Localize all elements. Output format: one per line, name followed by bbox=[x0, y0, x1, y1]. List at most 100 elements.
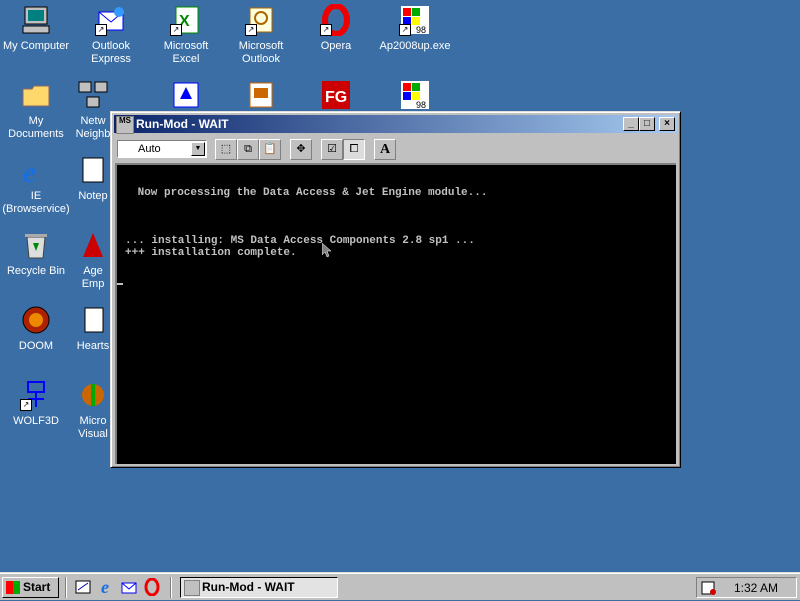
desktop-icon-wolf3d[interactable]: ↗ WOLF3D bbox=[0, 379, 72, 428]
desktop-icon-hidden-1[interactable] bbox=[150, 79, 222, 115]
desktop-icon-label: Ap2008up.exe bbox=[379, 40, 451, 52]
window-toolbar: Auto ▼ ⬚ ⧉ 📋 ✥ ☑ ⧠ A bbox=[114, 136, 677, 162]
network-icon bbox=[77, 79, 109, 111]
desktop-icon-hidden-2[interactable] bbox=[225, 79, 297, 115]
taskbar-separator bbox=[170, 577, 172, 598]
recycle-bin-icon bbox=[20, 229, 52, 261]
taskbar-separator bbox=[65, 577, 67, 598]
hearts-icon bbox=[77, 304, 109, 336]
desktop-icon-opera[interactable]: ↗ Opera bbox=[300, 3, 372, 53]
desktop-icon-label: Opera bbox=[320, 40, 352, 52]
desktop-icon-label: IE (Browservice) bbox=[2, 190, 70, 215]
computer-icon bbox=[20, 4, 52, 36]
minimize-button[interactable]: _ bbox=[623, 117, 639, 131]
desktop-icon-hidden-3[interactable]: FG bbox=[300, 79, 372, 115]
outlook-icon: ↗ bbox=[245, 4, 277, 36]
font-size-select[interactable]: Auto ▼ bbox=[117, 140, 207, 158]
show-desktop-icon[interactable] bbox=[74, 578, 92, 596]
age-of-empires-icon bbox=[77, 229, 109, 261]
chevron-down-icon[interactable]: ▼ bbox=[191, 142, 205, 156]
wolf3d-icon: ↗ bbox=[20, 379, 52, 411]
desktop-icon-label: My Documents bbox=[8, 115, 64, 140]
console-line: +++ installation complete. bbox=[125, 247, 297, 259]
internet-explorer-icon[interactable]: e bbox=[96, 578, 114, 596]
desktop-icon-network[interactable]: Netw Neighb bbox=[75, 79, 111, 141]
desktop-icon-label: Outlook Express bbox=[91, 40, 131, 65]
scheduler-icon[interactable] bbox=[701, 580, 717, 596]
desktop-icon-notepad[interactable]: Notep bbox=[75, 154, 111, 203]
desktop-icon-label: My Computer bbox=[2, 40, 70, 52]
opera-icon[interactable] bbox=[143, 577, 161, 597]
mark-icon: ⬚ bbox=[220, 143, 232, 155]
font-button[interactable]: A bbox=[374, 139, 396, 160]
folder-icon bbox=[20, 79, 52, 111]
windows-logo-icon bbox=[6, 581, 20, 594]
desktop-icon-label: Micro Visual bbox=[78, 415, 108, 440]
desktop-icon-label: Age Emp bbox=[81, 265, 105, 290]
taskbar-button-label: Run-Mod - WAIT bbox=[202, 580, 295, 594]
maximize-button[interactable]: □ bbox=[639, 117, 655, 131]
powerpoint-icon bbox=[245, 79, 277, 111]
svg-text:98: 98 bbox=[416, 25, 426, 35]
doom-icon bbox=[20, 304, 52, 336]
text-cursor bbox=[117, 283, 123, 285]
internet-explorer-icon: e bbox=[20, 154, 52, 189]
desktop-icon-label: Notep bbox=[78, 190, 108, 202]
desktop-icon-excel[interactable]: X ↗ Microsoft Excel bbox=[150, 4, 222, 66]
notepad-icon bbox=[77, 154, 109, 186]
mark-button[interactable]: ⬚ bbox=[215, 139, 237, 160]
background-button[interactable]: ⧠ bbox=[343, 139, 365, 160]
copy-button[interactable]: ⧉ bbox=[237, 139, 259, 160]
window-title: Run-Mod - WAIT bbox=[136, 117, 229, 131]
desktop-icon-label: Microsoft Outlook bbox=[238, 40, 284, 65]
desktop-icon-visual-studio[interactable]: Micro Visual bbox=[75, 379, 111, 441]
console-output[interactable]: Now processing the Data Access & Jet Eng… bbox=[115, 163, 676, 464]
start-button[interactable]: Start bbox=[2, 577, 59, 598]
desktop-icon-recycle-bin[interactable]: Recycle Bin bbox=[0, 229, 72, 278]
console-line: Now processing the Data Access & Jet Eng… bbox=[131, 187, 488, 199]
desktop-icon-ie[interactable]: e IE (Browservice) bbox=[0, 154, 72, 216]
svg-text:FG: FG bbox=[325, 89, 347, 106]
clock[interactable]: 1:32 AM bbox=[734, 581, 778, 595]
desktop-icon-my-documents[interactable]: My Documents bbox=[0, 79, 72, 141]
paste-button[interactable]: 📋 bbox=[259, 139, 281, 160]
ms-dos-icon bbox=[184, 580, 200, 596]
desktop-icon-label: Netw Neighb bbox=[75, 115, 111, 140]
paste-icon: 📋 bbox=[263, 143, 277, 155]
windows98-icon: 98 bbox=[399, 79, 431, 111]
console-line: ... installing: MS Data Access Component… bbox=[125, 235, 475, 247]
desktop-icon-ap2008up[interactable]: 98 ↗ Ap2008up.exe bbox=[375, 4, 455, 53]
desktop-icon-outlook-express[interactable]: ↗ Outlook Express bbox=[75, 4, 147, 66]
outlook-express-icon[interactable] bbox=[120, 578, 138, 596]
desktop-icon-outlook[interactable]: ↗ Microsoft Outlook bbox=[225, 4, 297, 66]
background-icon: ⧠ bbox=[349, 143, 359, 155]
application-icon bbox=[170, 79, 202, 111]
desktop-icon-label: WOLF3D bbox=[13, 415, 59, 427]
properties-button[interactable]: ☑ bbox=[321, 139, 343, 160]
taskbar: Start e Run-Mod - WAIT 1:32 AM bbox=[0, 572, 800, 600]
fullscreen-icon: ✥ bbox=[296, 143, 306, 155]
desktop-icon-label: Microsoft Excel bbox=[163, 40, 209, 65]
fg-app-icon: FG bbox=[320, 79, 352, 111]
opera-icon: ↗ bbox=[320, 3, 352, 37]
desktop-icon-hidden-4[interactable]: 98 bbox=[375, 79, 455, 115]
taskbar-button-run-mod[interactable]: Run-Mod - WAIT bbox=[180, 577, 338, 598]
window-titlebar[interactable]: MS Run-Mod - WAIT _ □ × bbox=[114, 115, 677, 134]
ms-dos-icon: MS bbox=[116, 116, 134, 134]
run-mod-window[interactable]: MS Run-Mod - WAIT _ □ × Auto ▼ ⬚ ⧉ 📋 ✥ ☑… bbox=[110, 111, 681, 468]
fullscreen-button[interactable]: ✥ bbox=[290, 139, 312, 160]
desktop-icon-doom[interactable]: DOOM bbox=[0, 304, 72, 353]
properties-icon: ☑ bbox=[327, 143, 337, 155]
svg-text:e: e bbox=[23, 156, 36, 186]
close-button[interactable]: × bbox=[659, 117, 675, 131]
outlook-express-icon: ↗ bbox=[95, 4, 127, 36]
windows98-setup-icon: 98 ↗ bbox=[399, 4, 431, 36]
desktop-icon-age-of-empires[interactable]: Age Emp bbox=[75, 229, 111, 291]
desktop-icon-hearts[interactable]: Hearts bbox=[75, 304, 111, 353]
start-label: Start bbox=[23, 580, 51, 594]
desktop-icon-label: Recycle Bin bbox=[6, 265, 66, 277]
font-size-value: Auto bbox=[138, 143, 161, 155]
desktop-icon-label: DOOM bbox=[18, 340, 54, 352]
copy-icon: ⧉ bbox=[244, 143, 252, 155]
desktop-icon-my-computer[interactable]: My Computer bbox=[0, 4, 72, 53]
